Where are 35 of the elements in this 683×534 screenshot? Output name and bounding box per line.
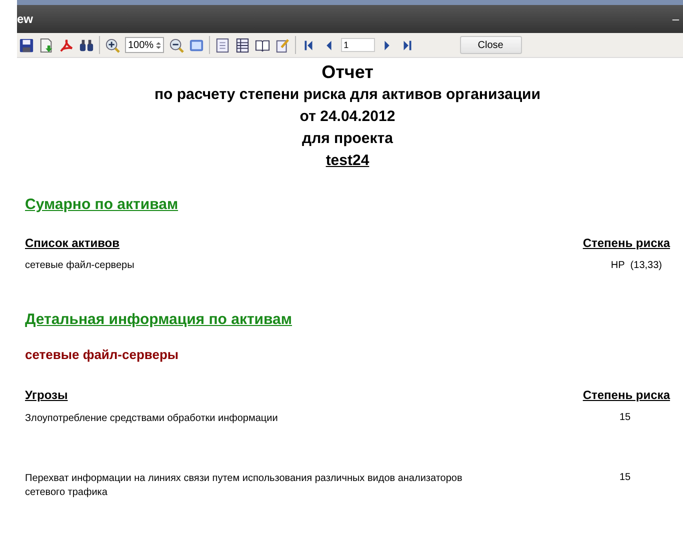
asset-name: сетевые файл-серверы — [25, 260, 134, 271]
section-heading: Сумарно по активам — [25, 196, 178, 213]
save-icon[interactable] — [19, 38, 34, 52]
risk-value: 15 — [618, 472, 632, 483]
risk-value: 15 — [618, 412, 632, 423]
asset-heading: сетевые файл-серверы — [25, 347, 180, 362]
window-title: ew — [17, 12, 34, 26]
page-width-icon[interactable] — [188, 38, 204, 52]
close-button[interactable]: Close — [460, 36, 522, 54]
zoom-out-icon[interactable] — [168, 38, 184, 52]
project-name: test24 — [326, 151, 370, 171]
pdf-icon[interactable] — [59, 38, 74, 52]
binoculars-icon[interactable] — [79, 38, 94, 52]
report-subtitle: для проекта — [302, 129, 393, 149]
report-subtitle: от 24.04.2012 — [300, 107, 396, 127]
column-header: Степень риска — [582, 388, 670, 402]
report-subtitle: по расчету степени риска для активов организации — [154, 85, 540, 105]
page-field[interactable]: 1 — [340, 38, 375, 52]
spinner-icon[interactable] — [156, 40, 161, 50]
book-icon[interactable] — [254, 38, 270, 52]
threat-name: Злоупотребление средствами обработки информации — [25, 412, 279, 426]
zoom-in-icon[interactable] — [105, 38, 120, 52]
threat-name: Перехват информации на линиях связи путем использования различных видов анализаторов сетевого трафика — [25, 472, 464, 500]
minimize-button[interactable]: – — [672, 12, 679, 26]
export-icon[interactable] — [39, 38, 54, 52]
column-header: Угрозы — [25, 388, 68, 402]
page-icon[interactable] — [214, 38, 230, 52]
edit-icon[interactable] — [274, 38, 290, 52]
report-title: Отчет — [322, 61, 374, 84]
risk-value: НР (13,33) — [610, 260, 663, 271]
column-header: Список активов — [25, 236, 120, 250]
list-icon[interactable] — [234, 38, 250, 52]
section-heading: Детальная информация по активам — [25, 311, 292, 328]
column-header: Степень риска — [582, 236, 670, 250]
zoom-field[interactable]: 100% — [125, 37, 164, 53]
